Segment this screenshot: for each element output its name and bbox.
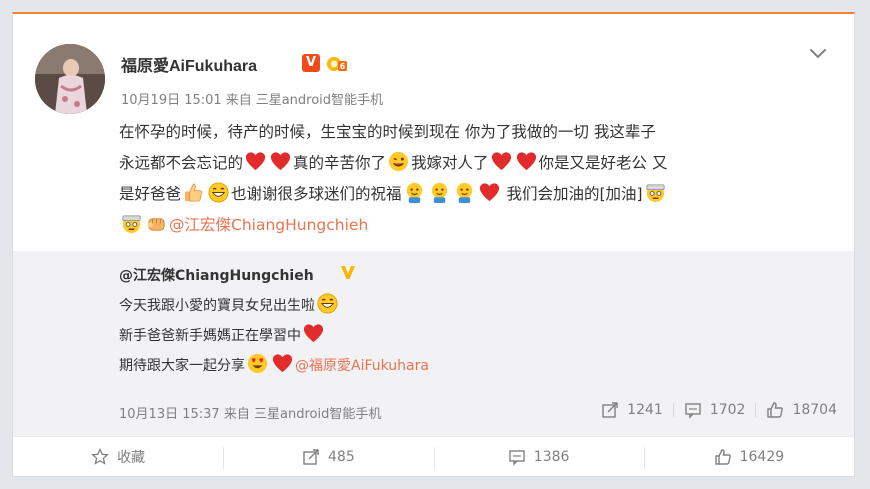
- heart-emoji-icon: [303, 324, 324, 343]
- divider: [755, 403, 757, 417]
- repost-text: 今天我跟小愛的寶貝女兒出生啦 新手爸爸新手媽媽正在學習中 期待跟大家一起分享 @福…: [119, 291, 719, 381]
- repost-icon: [303, 449, 319, 465]
- repost-line-2: 新手爸爸新手媽媽正在學習中: [119, 328, 301, 344]
- action-bar: 收藏 485 1386 16429: [13, 436, 854, 477]
- svg-text:6: 6: [340, 62, 346, 71]
- source-prefix: 来自: [225, 93, 252, 108]
- repost-block: @江宏傑ChiangHungchieh 今天我跟小愛的寶貝女兒出生啦 新手爸爸新…: [13, 251, 854, 436]
- star-icon: [91, 448, 110, 465]
- post-text-segment: 真的辛苦你了: [293, 154, 387, 172]
- like-icon: [714, 449, 731, 465]
- post-text-segment: 永远都不会忘记的: [119, 154, 244, 172]
- repost-timestamp[interactable]: 10月13日 15:37: [119, 407, 220, 422]
- post-text-segment: 我们会加油的[加油]: [506, 185, 643, 203]
- post-timestamp[interactable]: 10月19日 15:01: [121, 93, 222, 108]
- smile-emoji-icon: [456, 182, 472, 204]
- repost-comments-button[interactable]: 1702: [684, 401, 746, 419]
- repost-likes-button[interactable]: 18704: [766, 401, 837, 419]
- favorite-button[interactable]: 收藏: [13, 437, 223, 477]
- heart-emoji-icon: [491, 152, 511, 171]
- verified-gold-v-icon: [339, 263, 357, 281]
- avatar[interactable]: [35, 44, 105, 114]
- mention-link[interactable]: @江宏傑ChiangHungchieh: [169, 216, 368, 234]
- post-text-segment: 我嫁对人了: [411, 154, 489, 172]
- weibo-post-card: 福原愛AiFukuhara V 6 10月19日 15:01 来自 三星androi…: [12, 12, 855, 477]
- repost-reposts-button[interactable]: 1241: [601, 401, 663, 419]
- grin-emoji-icon: [317, 293, 338, 314]
- post-username[interactable]: 福原愛AiFukuhara: [121, 52, 257, 76]
- smile-emoji-icon: [431, 182, 447, 204]
- repost-source[interactable]: 三星android智能手机: [254, 407, 381, 422]
- heart-eyes-emoji-icon: [247, 353, 268, 374]
- favorite-label: 收藏: [117, 450, 146, 466]
- post-text-segment: 也谢谢很多球迷们的祝福: [231, 185, 402, 203]
- level-badge-icon: 6: [326, 55, 348, 73]
- verified-v-icon: V: [302, 54, 320, 72]
- heart-emoji-icon: [516, 152, 536, 171]
- post-text-segment: 你是又是好老公 又: [538, 154, 668, 172]
- repost-likes-count: 18704: [792, 402, 837, 418]
- repost-username[interactable]: @江宏傑ChiangHungchieh: [119, 265, 314, 285]
- repost-comments-count: 1702: [709, 402, 746, 418]
- repost-stats: 1241 1702 18704: [601, 401, 837, 419]
- grin-emoji-icon: [208, 182, 229, 203]
- heart-emoji-icon: [270, 152, 291, 171]
- repost-reposts-count: 1241: [627, 402, 663, 418]
- chevron-down-icon[interactable]: [805, 44, 831, 64]
- heart-emoji-icon: [245, 152, 266, 171]
- post-meta: 10月19日 15:01 来自 三星android智能手机: [121, 89, 387, 108]
- repost-icon: [602, 402, 618, 418]
- comment-icon: [509, 450, 525, 466]
- repost-line-3: 期待跟大家一起分享: [119, 358, 245, 374]
- fighting-emoji-icon: [646, 184, 665, 203]
- heart-emoji-icon: [272, 354, 293, 373]
- post-text: 在怀孕的时候，待产的时候，生宝宝的时候到现在 你为了我做的一切 我这辈子 永远都…: [119, 117, 819, 241]
- repost-line-1: 今天我跟小愛的寶貝女兒出生啦: [119, 298, 315, 314]
- post-source[interactable]: 三星android智能手机: [256, 93, 383, 108]
- like-button[interactable]: 16429: [643, 437, 854, 477]
- like-count: 16429: [739, 449, 785, 465]
- repost-meta: 10月13日 15:37 来自 三星android智能手机: [119, 403, 381, 422]
- fist-emoji-icon: [147, 218, 165, 231]
- repost-count: 485: [328, 449, 355, 465]
- comment-icon: [685, 403, 701, 419]
- heart-emoji-icon: [479, 183, 499, 202]
- smile-emoji-icon: [406, 182, 422, 204]
- wink-emoji-icon: [388, 151, 409, 172]
- fighting-emoji-icon: [122, 215, 141, 234]
- comment-button[interactable]: 1386: [433, 437, 644, 477]
- comment-count: 1386: [533, 449, 570, 465]
- like-icon: [767, 402, 784, 418]
- post-text-line-1: 在怀孕的时候，待产的时候，生宝宝的时候到现在 你为了我做的一切 我这辈子: [119, 123, 656, 141]
- thumbs-up-emoji-icon: [184, 183, 203, 202]
- source-prefix: 来自: [223, 407, 250, 422]
- repost-button[interactable]: 485: [223, 437, 433, 477]
- mention-link[interactable]: @福原愛AiFukuhara: [295, 358, 429, 374]
- divider: [672, 403, 674, 417]
- post-text-segment: 是好爸爸: [119, 185, 182, 203]
